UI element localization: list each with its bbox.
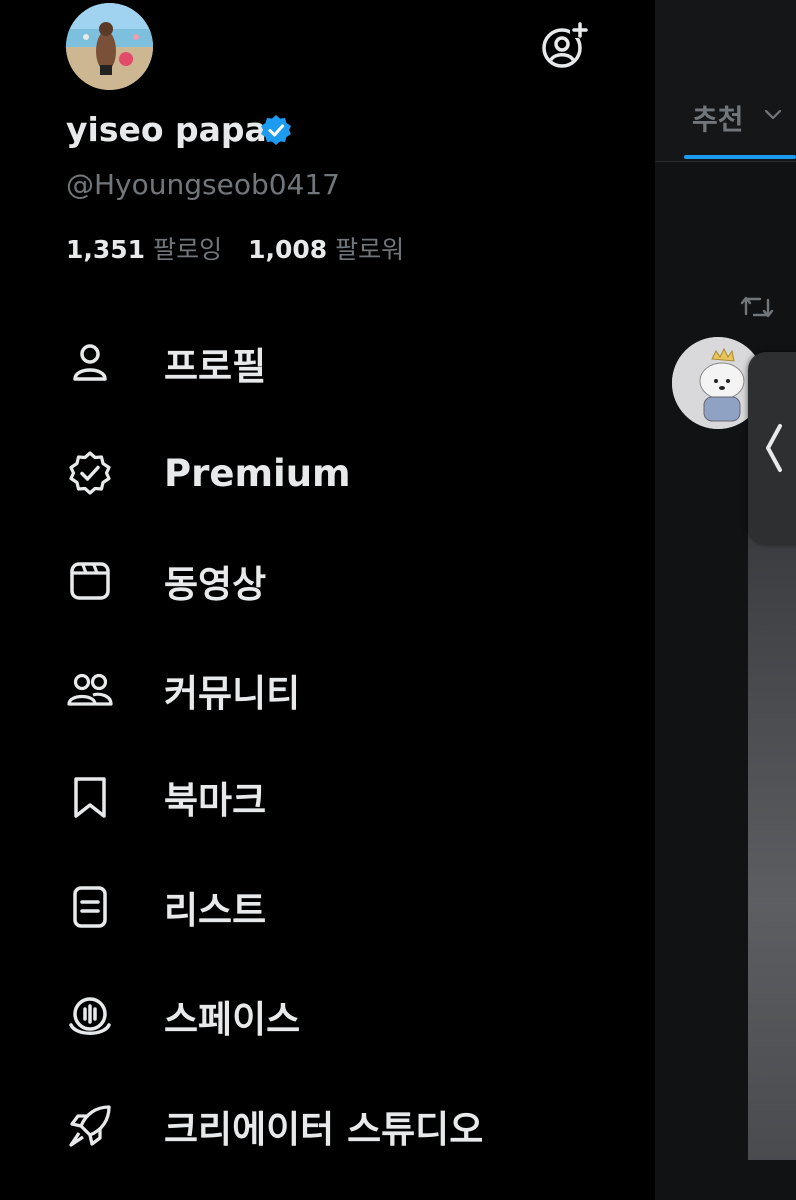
post-media[interactable] xyxy=(748,520,796,1160)
following-count: 1,351 xyxy=(66,235,146,264)
menu-item-label: Premium xyxy=(164,451,351,495)
menu-item-label: 크리에이터 스튜디오 xyxy=(164,1108,484,1151)
tab-recommended[interactable]: 추천 xyxy=(692,98,744,138)
rocket-icon xyxy=(66,1102,114,1150)
home-feed-panel: 추천 xyxy=(655,0,796,1200)
followers-link[interactable]: 1,008 팔로워 xyxy=(248,235,404,264)
menu-item-creator-studio[interactable]: 크리에이터 스튜디오 xyxy=(66,1094,626,1158)
following-label: 팔로잉 xyxy=(153,235,223,264)
side-drawer: yiseo papa @Hyoungseob0417 1,351 팔로잉 1,008… xyxy=(0,0,655,1200)
menu-item-lists[interactable]: 리스트 xyxy=(66,875,626,939)
tab-active-indicator xyxy=(684,155,796,159)
menu-item-video[interactable]: 동영상 xyxy=(66,549,626,613)
menu-item-label: 북마크 xyxy=(164,779,267,822)
spaces-icon xyxy=(66,992,114,1040)
menu-item-label: 동영상 xyxy=(164,563,267,606)
menu-item-bookmarks[interactable]: 북마크 xyxy=(66,765,626,829)
communities-icon xyxy=(66,666,114,714)
menu-item-communities[interactable]: 커뮤니티 xyxy=(66,658,626,722)
menu-item-label: 스페이스 xyxy=(164,998,301,1041)
display-name[interactable]: yiseo papa xyxy=(66,110,267,149)
menu-item-premium[interactable]: Premium xyxy=(66,441,626,505)
follow-stats: 1,351 팔로잉 1,008 팔로워 xyxy=(66,230,404,266)
feed-header: 추천 xyxy=(655,0,796,162)
user-handle: @Hyoungseob0417 xyxy=(66,168,340,201)
menu-item-label: 커뮤니티 xyxy=(164,672,301,715)
add-account-icon[interactable] xyxy=(540,22,588,70)
verified-badge-outline-icon xyxy=(66,449,114,497)
following-link[interactable]: 1,351 팔로잉 xyxy=(66,235,222,264)
profile-avatar[interactable] xyxy=(66,3,153,90)
chevron-left-icon xyxy=(766,424,782,472)
drawer-handle[interactable] xyxy=(748,352,796,544)
verified-badge-icon[interactable] xyxy=(260,114,292,146)
list-icon xyxy=(66,883,114,931)
video-icon xyxy=(66,557,114,605)
repost-icon xyxy=(740,296,774,318)
followers-label: 팔로워 xyxy=(335,235,405,264)
beach-photo-avatar xyxy=(66,3,153,90)
menu-item-label: 프로필 xyxy=(164,345,267,388)
menu-item-spaces[interactable]: 스페이스 xyxy=(66,984,626,1048)
person-icon xyxy=(66,339,114,387)
menu-item-label: 리스트 xyxy=(164,889,267,932)
chevron-down-icon xyxy=(764,109,782,120)
menu-item-profile[interactable]: 프로필 xyxy=(66,331,626,395)
followers-count: 1,008 xyxy=(248,235,328,264)
bookmark-icon xyxy=(66,773,114,821)
